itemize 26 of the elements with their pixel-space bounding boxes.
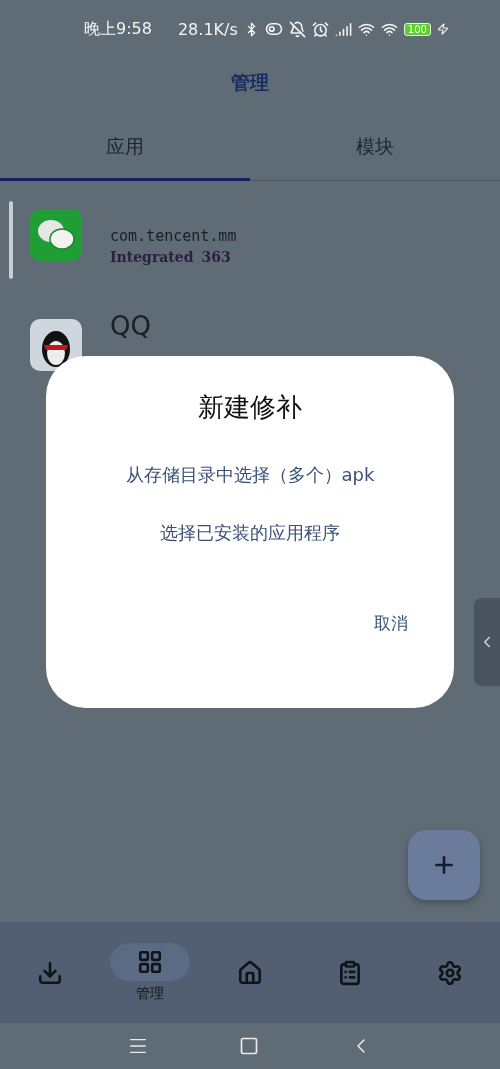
clipboard-icon bbox=[337, 959, 363, 986]
side-panel-handle[interactable] bbox=[474, 598, 500, 686]
dialog-option[interactable]: 从存储目录中选择（多个）apk bbox=[125, 453, 375, 497]
toggle-icon bbox=[264, 20, 283, 38]
app-name: QQ bbox=[110, 310, 151, 341]
dialog-option[interactable]: 选择已安装的应用程序 bbox=[160, 511, 340, 555]
network-speed: 28.1K/s bbox=[177, 19, 238, 39]
battery-level: 100 bbox=[403, 22, 431, 36]
page-title: 管理 bbox=[231, 70, 269, 95]
home-button-icon bbox=[239, 1036, 259, 1056]
clock: 晚上9:58 bbox=[84, 18, 152, 40]
grid-icon bbox=[137, 948, 163, 975]
add-button[interactable] bbox=[408, 830, 480, 900]
charging-icon bbox=[436, 23, 449, 35]
home-icon bbox=[237, 959, 263, 986]
signal-icon bbox=[334, 20, 352, 38]
alarm-icon bbox=[311, 20, 329, 38]
patch-mode: Integrated bbox=[110, 248, 194, 265]
package-name: com.tencent.mm bbox=[110, 226, 237, 245]
dialog-title: 新建修补 bbox=[198, 391, 302, 424]
version-number: 363 bbox=[201, 248, 231, 265]
chat-bubbles-icon bbox=[36, 217, 76, 252]
settings-icon bbox=[437, 959, 463, 986]
cancel-button[interactable]: 取消 bbox=[368, 611, 414, 636]
bell-off-icon bbox=[288, 20, 306, 38]
download-icon bbox=[37, 959, 63, 986]
